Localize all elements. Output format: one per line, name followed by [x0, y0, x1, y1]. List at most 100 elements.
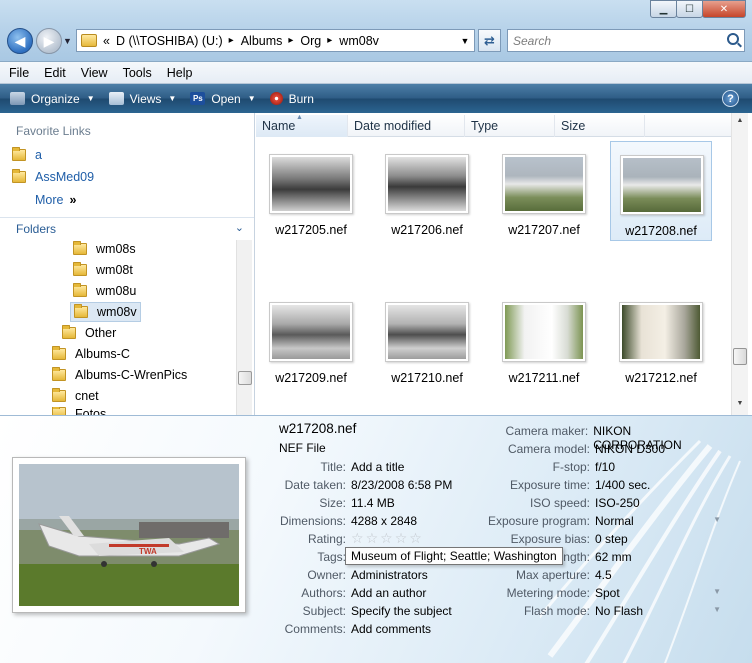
tree-folder-albums-c[interactable]: Albums-C: [49, 344, 133, 364]
minimize-button[interactable]: ▁: [650, 0, 677, 18]
file-name: w217205.nef: [275, 223, 347, 237]
prop-value[interactable]: f/10: [595, 460, 615, 474]
prop-iso-speed[interactable]: ISO speed: ISO-250: [476, 496, 721, 510]
star-icon[interactable]: ☆: [409, 531, 422, 546]
prop-value[interactable]: 1/400 sec.: [595, 478, 650, 492]
prop-value[interactable]: 0 step: [595, 532, 628, 546]
scroll-up-icon[interactable]: ▲: [734, 117, 746, 128]
prop-f-stop[interactable]: F-stop: f/10: [476, 460, 721, 474]
refresh-button[interactable]: ⇄: [478, 29, 501, 52]
breadcrumb-albums[interactable]: Albums: [241, 34, 283, 48]
file-tile-w217208[interactable]: w217208.nef: [610, 141, 712, 241]
folders-header[interactable]: Folders ⌄: [0, 217, 254, 239]
tree-folder-wm08t[interactable]: wm08t: [70, 260, 136, 280]
prop-label: Camera model:: [507, 442, 590, 456]
file-tile-w217211[interactable]: w217211.nef: [493, 289, 595, 389]
prop-value[interactable]: No Flash: [595, 604, 643, 618]
address-dropdown-icon[interactable]: ▼: [456, 36, 474, 46]
prop-flash-mode[interactable]: Flash mode: No Flash ▼: [476, 604, 721, 618]
tree-folder-wm08s[interactable]: wm08s: [70, 239, 139, 259]
scrollbar-thumb[interactable]: [733, 348, 747, 365]
column-label: Name: [262, 119, 296, 133]
prop-value[interactable]: ISO-250: [595, 496, 640, 510]
prop-value[interactable]: 4.5: [595, 568, 612, 582]
prop-metering-mode[interactable]: Metering mode: Spot ▼: [476, 586, 721, 600]
column-size[interactable]: Size: [555, 115, 645, 137]
breadcrumb-separator[interactable]: ▸: [229, 35, 234, 46]
scrollbar-thumb[interactable]: [238, 371, 252, 385]
favorite-link-a[interactable]: a: [12, 147, 42, 162]
scroll-down-icon[interactable]: ▼: [734, 400, 746, 411]
star-icon[interactable]: ☆: [395, 531, 408, 546]
file-tile-w217206[interactable]: w217206.nef: [376, 141, 478, 241]
prop-max-aperture[interactable]: Max aperture: 4.5: [476, 568, 721, 582]
tree-folder-other[interactable]: Other: [59, 323, 119, 343]
menu-help[interactable]: Help: [167, 66, 193, 80]
forward-button[interactable]: ▶: [36, 28, 62, 54]
prop-value[interactable]: Normal: [595, 514, 634, 528]
tree-folder-fotos[interactable]: Fotos: [49, 407, 109, 415]
column-label: Type: [471, 119, 499, 133]
star-icon[interactable]: ☆: [366, 531, 379, 546]
organize-button[interactable]: Organize ▼: [10, 92, 95, 106]
column-type[interactable]: Type: [465, 115, 555, 137]
prop-camera-model[interactable]: Camera model: NIKON D300: [476, 442, 721, 456]
star-icon[interactable]: ☆: [380, 531, 393, 546]
file-list-scrollbar[interactable]: ▲ ▼: [731, 113, 748, 415]
menu-edit[interactable]: Edit: [44, 66, 66, 80]
tree-folder-wm08u[interactable]: wm08u: [70, 281, 139, 301]
prop-comments[interactable]: Comments: Add comments: [279, 622, 625, 636]
search-input[interactable]: Search: [507, 29, 745, 52]
prop-exposure-program[interactable]: Exposure program: Normal ▼: [476, 514, 721, 528]
file-tile-w217207[interactable]: w217207.nef: [493, 141, 595, 241]
chevron-down-icon[interactable]: ▼: [713, 605, 721, 614]
breadcrumb-overflow[interactable]: «: [103, 34, 110, 48]
prop-value[interactable]: NIKON D300: [595, 442, 665, 456]
column-date-modified[interactable]: Date modified: [348, 115, 465, 137]
file-tile-w217212[interactable]: w217212.nef: [610, 289, 712, 389]
menu-view[interactable]: View: [81, 66, 108, 80]
rating-stars[interactable]: ☆ ☆ ☆ ☆ ☆: [351, 531, 422, 546]
more-links-button[interactable]: More »: [35, 193, 76, 207]
menu-tools[interactable]: Tools: [123, 66, 152, 80]
prop-value[interactable]: Specify the subject: [351, 604, 452, 618]
breadcrumb-drive[interactable]: D (\\TOSHIBA) (U:): [116, 34, 223, 48]
breadcrumb-org[interactable]: Org: [300, 34, 321, 48]
folder-icon: [52, 407, 66, 415]
chevron-down-icon[interactable]: ▼: [713, 587, 721, 596]
views-button[interactable]: Views ▼: [108, 92, 176, 106]
address-bar[interactable]: « D (\\TOSHIBA) (U:) ▸ Albums ▸ Org ▸ wm…: [76, 29, 475, 52]
prop-exposure-time[interactable]: Exposure time: 1/400 sec.: [476, 478, 721, 492]
prop-exposure-bias[interactable]: Exposure bias: 0 step: [476, 532, 721, 546]
maximize-button[interactable]: ☐: [676, 0, 703, 18]
help-icon[interactable]: ?: [722, 90, 739, 107]
prop-value[interactable]: Add a title: [351, 460, 404, 474]
open-button[interactable]: Ps Open ▼: [190, 92, 256, 106]
file-tile-w217210[interactable]: w217210.nef: [376, 289, 478, 389]
file-tile-w217205[interactable]: w217205.nef: [260, 141, 362, 241]
burn-button[interactable]: Burn: [269, 92, 314, 106]
folder-tree-scrollbar[interactable]: [236, 240, 252, 415]
tree-folder-cnet[interactable]: cnet: [49, 386, 102, 406]
search-icon[interactable]: [727, 33, 739, 45]
prop-value[interactable]: 62 mm: [595, 550, 632, 564]
breadcrumb-separator[interactable]: ▸: [288, 35, 293, 46]
prop-value[interactable]: Add an author: [351, 586, 426, 600]
close-button[interactable]: ✕: [702, 0, 746, 18]
breadcrumb-separator[interactable]: ▸: [327, 35, 332, 46]
breadcrumb-wm08v[interactable]: wm08v: [339, 34, 379, 48]
folder-icon: [12, 169, 26, 183]
column-name[interactable]: ▲ Name: [256, 114, 348, 137]
recent-pages-dropdown[interactable]: ▼: [63, 36, 72, 46]
prop-value[interactable]: Add comments: [351, 622, 431, 636]
favorite-link-assmed09[interactable]: AssMed09: [12, 169, 94, 184]
tree-folder-albums-c-wrenpics[interactable]: Albums-C-WrenPics: [49, 365, 190, 385]
star-icon[interactable]: ☆: [351, 531, 364, 546]
tree-folder-wm08v[interactable]: wm08v: [70, 302, 141, 322]
back-button[interactable]: ◀: [7, 28, 33, 54]
prop-value[interactable]: 8/23/2008 6:58 PM: [351, 478, 452, 492]
chevron-down-icon[interactable]: ▼: [713, 515, 721, 524]
file-tile-w217209[interactable]: w217209.nef: [260, 289, 362, 389]
prop-value[interactable]: Spot: [595, 586, 620, 600]
menu-file[interactable]: File: [9, 66, 29, 80]
